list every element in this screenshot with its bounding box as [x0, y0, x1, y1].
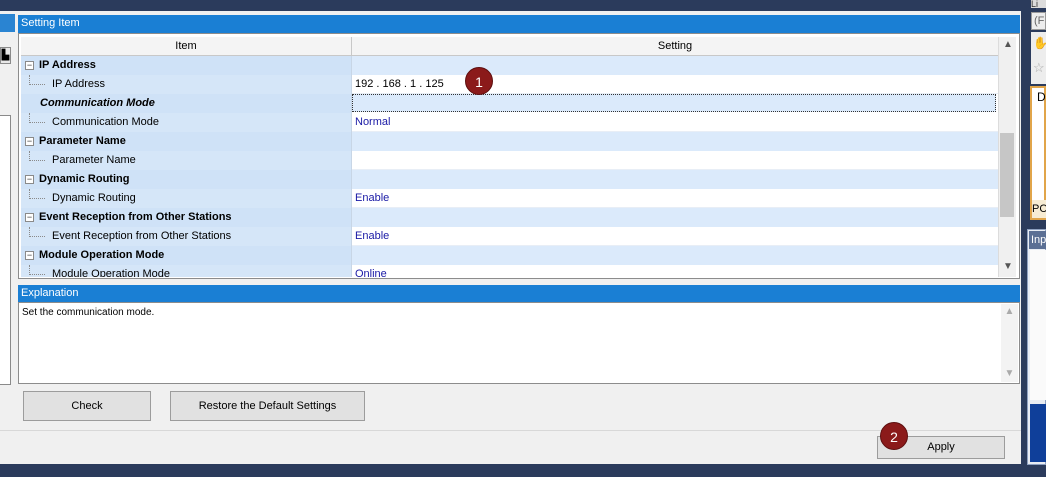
explanation-scrollbar[interactable]: ▲ ▼ [1001, 304, 1018, 382]
step-badge-1: 1 [465, 67, 493, 95]
setting-value [352, 208, 998, 227]
down-arrow-icon[interactable]: ▼ [999, 259, 1017, 275]
right-panel-title: Li [1031, 0, 1046, 8]
category-label: Communication Mode [40, 97, 155, 109]
category-row-module-operation-mode[interactable]: − Module Operation Mode [21, 246, 998, 265]
category-label: Module Operation Mode [39, 249, 165, 261]
right-panel-pc-label: PC [1032, 200, 1046, 218]
module-operation-mode-select[interactable]: Online [352, 265, 998, 277]
setting-value [352, 246, 998, 265]
category-label: Dynamic Routing [39, 173, 130, 185]
setting-item-header: Setting Item [18, 15, 1020, 33]
event-reception-select[interactable]: Enable [352, 227, 998, 246]
tree-connector [29, 189, 45, 199]
communication-mode-select[interactable]: Normal [352, 113, 998, 132]
tree-connector [29, 227, 45, 237]
top-dark-strip [0, 0, 1046, 11]
item-row-ip-address[interactable]: IP Address 192 . 168 . 1 . 125 [21, 75, 998, 94]
left-panel-list[interactable] [0, 115, 11, 385]
item-row-module-operation-mode[interactable]: Module Operation Mode Online [21, 265, 998, 277]
collapse-icon[interactable]: − [25, 213, 34, 222]
item-row-parameter-name[interactable]: Parameter Name [21, 151, 998, 170]
down-arrow-icon[interactable]: ▼ [1001, 366, 1018, 382]
category-row-dynamic-routing[interactable]: − Dynamic Routing [21, 170, 998, 189]
right-panel-search-input[interactable]: (F [1031, 12, 1046, 30]
collapse-icon[interactable]: − [25, 251, 34, 260]
tree-connector [29, 113, 45, 123]
column-header-item[interactable]: Item [21, 37, 352, 56]
star-icon[interactable]: ☆ [1033, 60, 1045, 76]
tree-connector [29, 265, 45, 275]
item-label: Event Reception from Other Stations [52, 230, 232, 242]
category-label: Event Reception from Other Stations [39, 211, 232, 223]
setting-grid: Item Setting − IP Address IP Address 192 … [21, 37, 998, 277]
item-label: Communication Mode [52, 116, 159, 128]
up-arrow-icon[interactable]: ▲ [999, 37, 1017, 53]
input-panel-highlight [1030, 404, 1046, 462]
step-badge-2: 2 [880, 422, 908, 450]
item-row-communication-mode[interactable]: Communication Mode Normal [21, 113, 998, 132]
right-panel-list-label: D [1037, 90, 1046, 104]
ip-address-input[interactable]: 192 . 168 . 1 . 125 [352, 75, 998, 94]
collapse-icon[interactable]: − [25, 137, 34, 146]
explanation-text: Set the communication mode. [22, 307, 155, 318]
tree-connector [29, 75, 45, 85]
tree-connector [29, 151, 45, 161]
setting-value [352, 170, 998, 189]
separator [0, 430, 1021, 431]
dynamic-routing-select[interactable]: Enable [352, 189, 998, 208]
check-button[interactable]: Check [23, 391, 151, 421]
category-label: IP Address [39, 59, 96, 71]
item-row-event-reception[interactable]: Event Reception from Other Stations Enab… [21, 227, 998, 246]
category-label: Parameter Name [39, 135, 126, 147]
explanation-box [18, 302, 1020, 384]
item-label: Module Operation Mode [52, 268, 171, 277]
category-row-event-reception[interactable]: − Event Reception from Other Stations [21, 208, 998, 227]
item-label: Dynamic Routing [52, 192, 136, 204]
column-header-setting[interactable]: Setting [352, 37, 998, 56]
item-label: Parameter Name [52, 154, 136, 166]
restore-defaults-button[interactable]: Restore the Default Settings [170, 391, 365, 421]
parameter-name-input[interactable] [352, 151, 998, 170]
left-panel-header [0, 14, 15, 32]
grid-scroll-thumb[interactable] [1000, 133, 1014, 217]
bottom-dark-strip [0, 464, 1046, 477]
explanation-header: Explanation [18, 285, 1020, 302]
left-panel-button[interactable]: ▙ [0, 47, 11, 64]
category-row-communication-mode[interactable]: Communication Mode [21, 94, 998, 113]
collapse-icon[interactable]: − [25, 175, 34, 184]
category-row-parameter-name[interactable]: − Parameter Name [21, 132, 998, 151]
input-panel-content[interactable] [1030, 250, 1046, 400]
collapse-icon[interactable]: − [25, 61, 34, 70]
input-panel-header: Inp [1029, 231, 1046, 249]
item-row-dynamic-routing[interactable]: Dynamic Routing Enable [21, 189, 998, 208]
setting-value [352, 56, 998, 75]
setting-value [352, 132, 998, 151]
pin-icon[interactable]: ✋ [1033, 36, 1046, 52]
category-row-ip-address[interactable]: − IP Address [21, 56, 998, 75]
focused-cell[interactable] [352, 94, 996, 112]
item-label: IP Address [52, 78, 105, 90]
up-arrow-icon[interactable]: ▲ [1001, 304, 1018, 320]
